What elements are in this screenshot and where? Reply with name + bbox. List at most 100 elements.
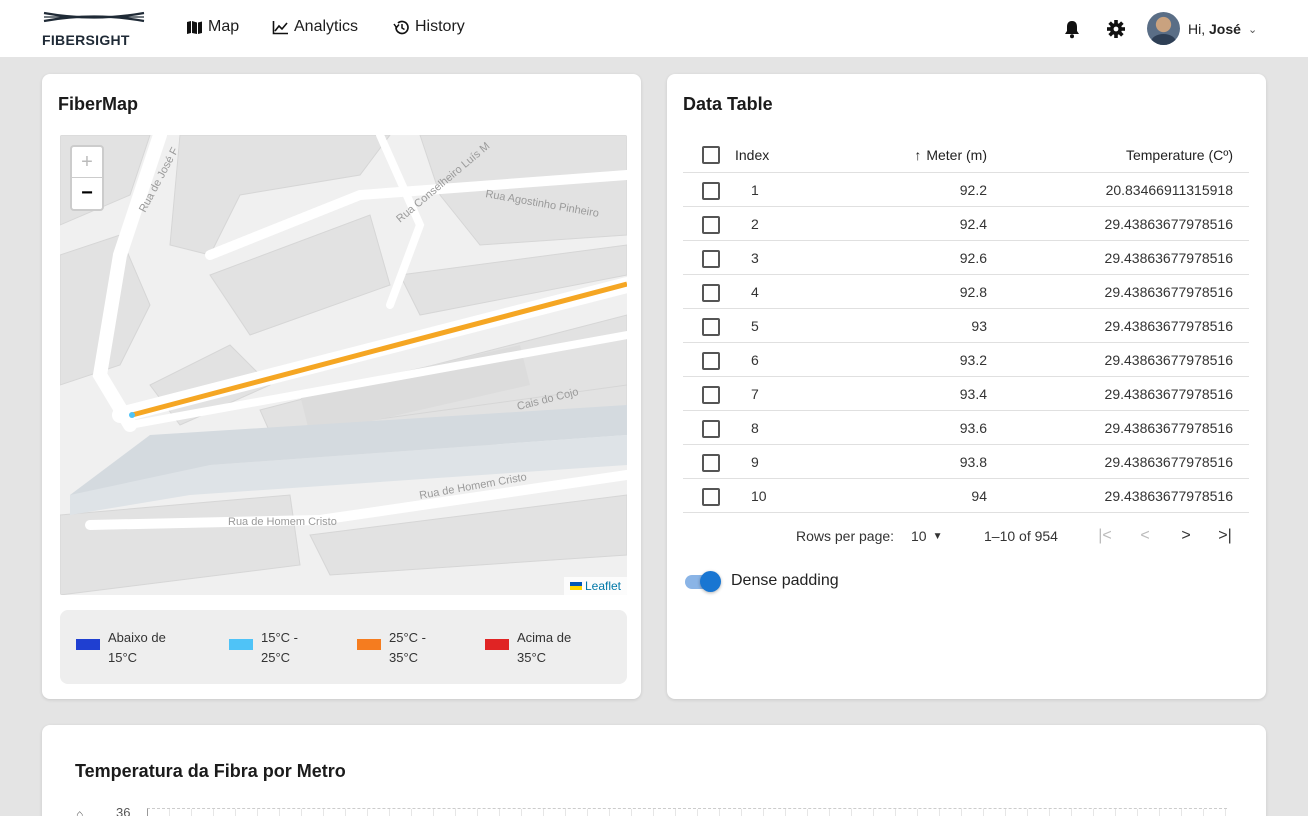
select-all-checkbox[interactable]: [702, 146, 720, 164]
cell-temperature: 29.43863677978516: [1104, 386, 1233, 402]
caret-down-icon: ▼: [932, 530, 943, 542]
row-checkbox[interactable]: [702, 284, 720, 302]
row-checkbox[interactable]: [702, 420, 720, 438]
last-page-icon[interactable]: >|: [1214, 525, 1236, 547]
legend-swatch: [485, 639, 509, 650]
column-header-index[interactable]: Index: [735, 147, 769, 163]
gear-icon[interactable]: [1106, 19, 1126, 39]
switch-thumb: [700, 571, 721, 592]
cell-meter: 93.4: [959, 386, 987, 402]
legend-swatch: [357, 639, 381, 650]
table-row[interactable]: 9 93.8 29.43863677978516: [683, 445, 1249, 479]
nav-analytics-label: Analytics: [294, 18, 359, 35]
legend-item: 25°C - 35°C: [357, 628, 437, 668]
zoom-in-button[interactable]: +: [72, 147, 102, 178]
table-row[interactable]: 8 93.6 29.43863677978516: [683, 411, 1249, 445]
map-view[interactable]: Rua de José F Rua Conselheiro Luís M Rua…: [60, 135, 627, 595]
dense-padding-switch[interactable]: [683, 570, 723, 592]
chart-plot-area: [147, 808, 1227, 816]
temperature-legend: Abaixo de 15°C 15°C - 25°C 25°C - 35°C A…: [60, 610, 627, 684]
cell-meter: 93: [971, 318, 987, 334]
row-checkbox[interactable]: [702, 216, 720, 234]
cell-index: 6: [751, 352, 759, 368]
cell-index: 1: [751, 182, 759, 198]
cell-temperature: 29.43863677978516: [1104, 284, 1233, 300]
table-row[interactable]: 4 92.8 29.43863677978516: [683, 275, 1249, 309]
cell-temperature: 29.43863677978516: [1104, 454, 1233, 470]
legend-item: Acima de 35°C: [485, 628, 583, 668]
cell-index: 9: [751, 454, 759, 470]
table-row[interactable]: 1 92.2 20.83466911315918: [683, 173, 1249, 207]
cell-temperature: 29.43863677978516: [1104, 420, 1233, 436]
fibermap-title: FiberMap: [58, 94, 139, 114]
table-row[interactable]: 10 94 29.43863677978516: [683, 479, 1249, 513]
cell-meter: 93.2: [959, 352, 987, 368]
zoom-control: + −: [70, 145, 104, 211]
cell-temperature: 29.43863677978516: [1104, 488, 1233, 504]
leaflet-attribution[interactable]: Leaflet: [563, 577, 627, 595]
ukraine-flag-icon: [569, 582, 582, 590]
row-checkbox[interactable]: [702, 352, 720, 370]
first-page-icon[interactable]: |<: [1094, 525, 1116, 547]
user-greeting[interactable]: Hi, José: [1188, 21, 1241, 37]
rows-per-page-select[interactable]: 10 ▼: [911, 528, 942, 544]
next-page-icon[interactable]: >: [1175, 525, 1197, 547]
data-table-card: Data Table Index ↑ Meter (m) Temperature …: [667, 74, 1266, 699]
cell-index: 8: [751, 420, 759, 436]
table-row[interactable]: 2 92.4 29.43863677978516: [683, 207, 1249, 241]
rows-per-page-label: Rows per page:: [796, 528, 895, 544]
y-tick-label: 36: [116, 805, 131, 816]
nav-map[interactable]: Map: [185, 18, 239, 36]
cell-index: 7: [751, 386, 759, 402]
legend-swatch: [229, 639, 253, 650]
column-header-meter[interactable]: ↑ Meter (m): [914, 147, 987, 163]
row-checkbox[interactable]: [702, 454, 720, 472]
fiber-logo-icon: [43, 11, 145, 23]
top-app-bar: FIBERSIGHT Map Analytics History Hi, Jos…: [0, 0, 1308, 57]
row-checkbox[interactable]: [702, 250, 720, 268]
nav-analytics[interactable]: Analytics: [271, 18, 358, 36]
chevron-down-icon[interactable]: ⌄: [1248, 23, 1257, 36]
map-tiles: Rua de José F Rua Conselheiro Luís M Rua…: [60, 135, 627, 595]
legend-swatch: [76, 639, 100, 650]
nav-history-label: History: [415, 18, 465, 35]
bell-icon[interactable]: [1062, 19, 1082, 39]
column-header-temperature[interactable]: Temperature (Cº): [1126, 147, 1233, 163]
row-checkbox[interactable]: [702, 488, 720, 506]
cell-index: 10: [751, 488, 767, 504]
thermometer-icon: ⌂: [76, 807, 84, 816]
zoom-out-button[interactable]: −: [72, 178, 102, 209]
greeting-text: Hi,: [1188, 21, 1209, 37]
nav-map-label: Map: [208, 18, 240, 35]
row-checkbox[interactable]: [702, 182, 720, 200]
cell-meter: 94: [971, 488, 987, 504]
table-row[interactable]: 6 93.2 29.43863677978516: [683, 343, 1249, 377]
attribution-label: Leaflet: [584, 579, 621, 593]
cell-meter: 92.8: [959, 284, 987, 300]
cell-temperature: 29.43863677978516: [1104, 250, 1233, 266]
avatar[interactable]: [1147, 12, 1180, 45]
nav-history[interactable]: History: [392, 18, 465, 36]
cell-temperature: 29.43863677978516: [1104, 318, 1233, 334]
chart-line-icon: [271, 18, 289, 36]
column-header-meter-label: Meter (m): [926, 147, 987, 163]
row-checkbox[interactable]: [702, 318, 720, 336]
table-row[interactable]: 5 93 29.43863677978516: [683, 309, 1249, 343]
brand-logo[interactable]: FIBERSIGHT: [42, 9, 146, 49]
map-icon: [185, 18, 203, 36]
cell-index: 2: [751, 216, 759, 232]
row-checkbox[interactable]: [702, 386, 720, 404]
brand-name: FIBERSIGHT: [42, 32, 130, 48]
legend-label: 25°C - 35°C: [389, 630, 426, 665]
previous-page-icon[interactable]: <: [1134, 525, 1156, 547]
table-pagination: Rows per page: 10 ▼ 1–10 of 954 |< < > >|: [667, 524, 1266, 548]
table-row[interactable]: 3 92.6 29.43863677978516: [683, 241, 1249, 275]
cell-temperature: 29.43863677978516: [1104, 216, 1233, 232]
dense-padding-label: Dense padding: [731, 572, 839, 589]
rows-per-page-value: 10: [911, 528, 927, 544]
cell-meter: 93.6: [959, 420, 987, 436]
table-body: 1 92.2 20.83466911315918 2 92.4 29.438636779…: [683, 173, 1249, 513]
street-label: Rua de Homem Cristo: [228, 516, 337, 528]
table-row[interactable]: 7 93.4 29.43863677978516: [683, 377, 1249, 411]
cell-temperature: 20.83466911315918: [1105, 182, 1233, 198]
